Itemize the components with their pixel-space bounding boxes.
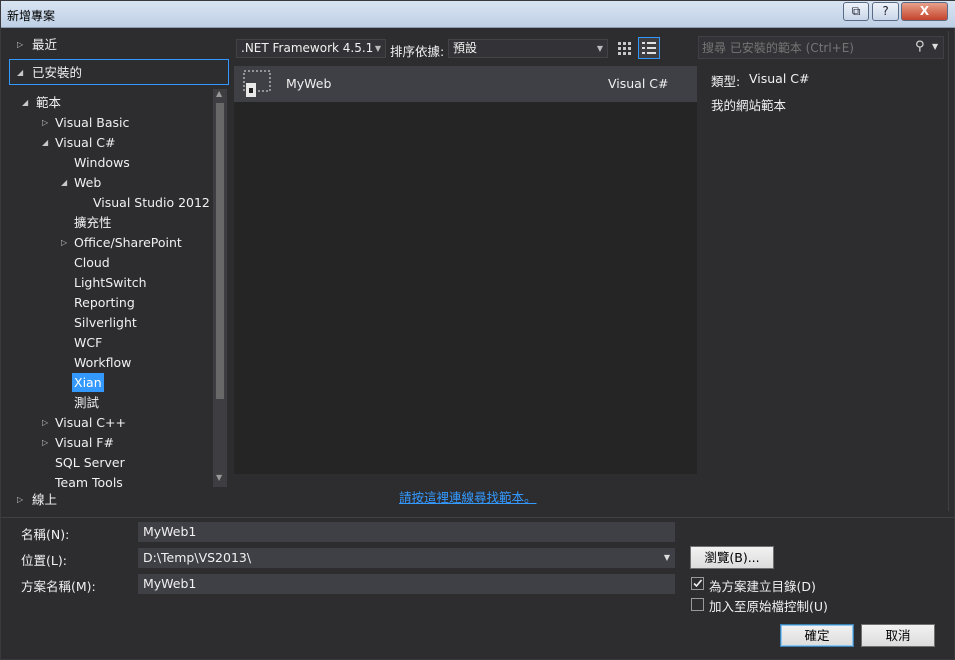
tree-item-extensibility[interactable]: 擴充性: [74, 213, 112, 232]
create-directory-label[interactable]: 為方案建立目錄(D): [709, 576, 816, 595]
source-control-checkbox[interactable]: [691, 598, 704, 611]
search-icon[interactable]: ⚲: [915, 39, 925, 54]
small-icons-view-button[interactable]: [615, 38, 635, 58]
tree-item-cloud[interactable]: Cloud: [74, 253, 110, 272]
location-dropdown-arrow-icon[interactable]: ▼: [664, 549, 670, 567]
tree-item-label: Web: [74, 175, 102, 190]
tree-item-xian[interactable]: Xian: [72, 373, 104, 392]
scroll-down-icon[interactable]: ▼: [216, 473, 222, 482]
browse-button[interactable]: 瀏覽(B)...: [690, 546, 774, 569]
list-view-button[interactable]: [638, 37, 660, 59]
collapse-arrow-icon: ◢: [22, 98, 29, 107]
collapse-arrow-icon: ◢: [42, 138, 49, 147]
tree-item-visual-basic[interactable]: ▷ Visual Basic: [42, 113, 129, 132]
project-settings-panel: 名稱(N): MyWeb1 位置(L): D:\Temp\VS2013\ ▼ 瀏…: [1, 517, 954, 659]
location-field[interactable]: D:\Temp\VS2013\ ▼: [138, 548, 675, 568]
tree-item-silverlight[interactable]: Silverlight: [74, 313, 137, 332]
tree-item-visual-csharp[interactable]: ◢ Visual C#: [42, 133, 116, 152]
template-description: 我的網站範本: [711, 98, 787, 113]
web-template-icon: [243, 70, 271, 97]
restore-button[interactable]: ⧉: [843, 2, 869, 21]
tree-item-lightswitch[interactable]: LightSwitch: [74, 273, 147, 292]
close-button[interactable]: X: [901, 2, 948, 21]
tree-item-windows[interactable]: Windows: [74, 153, 130, 172]
tree-recent-label: 最近: [32, 37, 58, 52]
template-list: MyWeb Visual C#: [234, 66, 697, 474]
tree-item-team-tools[interactable]: Team Tools: [55, 473, 123, 487]
tree-online-label: 線上: [32, 492, 58, 507]
grid-view-icon: [618, 42, 631, 55]
dropdown-arrow-icon: ▼: [374, 44, 381, 53]
framework-value: .NET Framework 4.5.1: [241, 41, 374, 55]
dropdown-arrow-icon: ▼: [596, 44, 603, 53]
search-box[interactable]: ⚲ ▼: [698, 36, 944, 59]
tree-item-vs2012[interactable]: Visual Studio 2012: [93, 193, 210, 212]
search-input[interactable]: [702, 39, 907, 56]
tree-item-label: Office/SharePoint: [74, 235, 182, 250]
expand-arrow-icon: ▷: [42, 418, 49, 427]
collapse-arrow-icon: ◢: [17, 68, 24, 77]
solution-name-label: 方案名稱(M):: [21, 579, 96, 594]
tree-item-label: Visual C#: [55, 135, 116, 150]
source-control-label[interactable]: 加入至原始檔控制(U): [709, 596, 828, 615]
framework-select[interactable]: .NET Framework 4.5.1 ▼: [236, 39, 386, 58]
tree-item-web[interactable]: ◢ Web: [61, 173, 101, 192]
list-view-icon: [642, 42, 656, 54]
location-label: 位置(L):: [21, 553, 67, 568]
expand-arrow-icon: ▷: [61, 238, 68, 247]
scroll-up-icon[interactable]: ▲: [216, 89, 222, 98]
type-label: 類型:: [711, 74, 741, 89]
tree-item-office-sharepoint[interactable]: ▷ Office/SharePoint: [61, 233, 182, 252]
checkmark-icon: [693, 579, 703, 588]
tree-item-label: Visual Basic: [55, 115, 130, 130]
tree-item-visual-fsharp[interactable]: ▷ Visual F#: [42, 433, 114, 452]
tree-online[interactable]: ▷ 線上: [9, 487, 229, 513]
template-name: MyWeb: [286, 76, 332, 91]
template-item[interactable]: MyWeb Visual C#: [234, 66, 697, 102]
tree-item-label: Visual C++: [55, 415, 126, 430]
sort-value: 預設: [453, 41, 478, 55]
tree-scrollbar[interactable]: ▲ ▼: [213, 89, 227, 487]
tree-recent[interactable]: ▷ 最近: [9, 32, 229, 58]
tree-item-sql-server[interactable]: SQL Server: [55, 453, 125, 472]
expand-arrow-icon: ▷: [42, 438, 49, 447]
name-label: 名稱(N):: [21, 527, 70, 542]
sort-label: 排序依據:: [390, 44, 445, 59]
tree-installed-label: 已安裝的: [32, 65, 83, 80]
solution-name-field[interactable]: MyWeb1: [138, 574, 675, 594]
expand-arrow-icon: ▷: [17, 40, 24, 49]
tree-item-reporting[interactable]: Reporting: [74, 293, 135, 312]
ok-button[interactable]: 確定: [780, 624, 854, 647]
tree-item-label: Visual F#: [55, 435, 114, 450]
location-value: D:\Temp\VS2013\: [143, 550, 252, 565]
divider: [948, 31, 949, 511]
name-field[interactable]: MyWeb1: [138, 522, 675, 542]
tree-item-label: 範本: [36, 95, 62, 110]
tree-item-wcf[interactable]: WCF: [74, 333, 102, 352]
sort-select[interactable]: 預設 ▼: [448, 39, 608, 58]
find-templates-online-link[interactable]: 請按這裡連線尋找範本。: [399, 487, 537, 506]
expand-arrow-icon: ▷: [17, 495, 24, 504]
new-project-dialog: 新增專案 ⧉ ? X ▷ 最近 ◢ 已安裝的 ◢ 範本 ▷ Visual Bas…: [0, 0, 955, 660]
expand-arrow-icon: ▷: [42, 118, 49, 127]
search-options-arrow-icon[interactable]: ▼: [932, 42, 938, 51]
tree-item-workflow[interactable]: Workflow: [74, 353, 131, 372]
tree-item-templates[interactable]: ◢ 範本: [22, 93, 61, 112]
tree-installed[interactable]: ◢ 已安裝的: [9, 59, 229, 85]
tree-item-test[interactable]: 測試: [74, 393, 99, 412]
scrollbar-thumb[interactable]: [216, 103, 224, 399]
template-language: Visual C#: [608, 76, 669, 91]
help-button[interactable]: ?: [872, 2, 899, 21]
window-title: 新增專案: [7, 9, 56, 23]
type-value: Visual C#: [749, 71, 810, 86]
create-directory-checkbox[interactable]: [691, 577, 704, 590]
template-tree: ◢ 範本 ▷ Visual Basic ◢ Visual C# Windows …: [9, 89, 229, 487]
collapse-arrow-icon: ◢: [61, 178, 68, 187]
cancel-button[interactable]: 取消: [861, 624, 935, 647]
title-bar: 新增專案 ⧉ ? X: [1, 1, 955, 28]
tree-item-visual-cpp[interactable]: ▷ Visual C++: [42, 413, 126, 432]
